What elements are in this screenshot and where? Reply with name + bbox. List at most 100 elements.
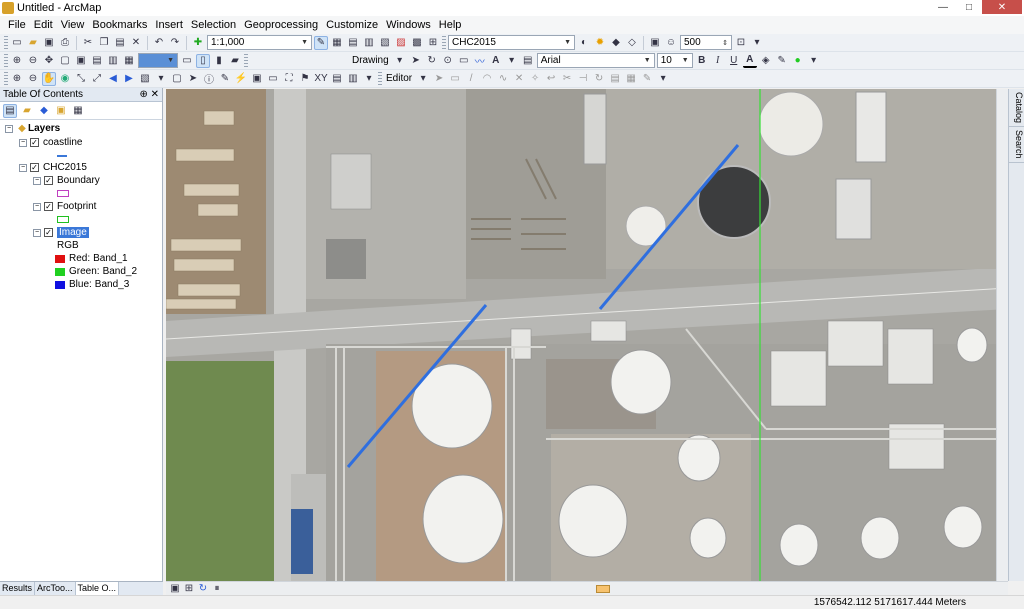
layer-chc2015[interactable]: − ✓ CHC2015 <box>19 161 87 174</box>
arctoolbox-icon[interactable]: ▨ <box>394 36 408 50</box>
layers-root[interactable]: − ◆ Layers <box>5 122 60 135</box>
identify-icon[interactable]: ⓘ <box>202 72 216 86</box>
time-slider-icon[interactable]: ▤ <box>330 72 344 86</box>
undo-icon[interactable]: ↶ <box>152 36 166 50</box>
python-icon[interactable]: ▩ <box>410 36 424 50</box>
boundary-symbol[interactable] <box>57 187 69 200</box>
zoom-whole-page-icon[interactable]: ▢ <box>58 54 72 68</box>
hyperlink-icon[interactable]: ⚡ <box>234 72 248 86</box>
footprint-symbol[interactable] <box>57 213 69 226</box>
zoom-layer-icon[interactable]: ⊡ <box>734 36 748 50</box>
tab-arctoolbox[interactable]: ArcToo... <box>35 582 76 595</box>
footprint-checkbox[interactable]: ✓ <box>44 202 53 211</box>
transparency-icon[interactable]: ◆ <box>609 36 623 50</box>
rotate-icon[interactable]: ↻ <box>425 54 439 68</box>
font-size-combo[interactable]: 10 ▼ <box>656 53 693 68</box>
chevron-down-icon[interactable]: ▾ <box>362 72 376 86</box>
toolbar-grip[interactable] <box>4 53 8 68</box>
sketch-properties-icon[interactable]: ▦ <box>624 72 638 86</box>
options-icon[interactable]: ▾ <box>750 36 764 50</box>
zoom-out-icon[interactable]: ⊖ <box>26 72 40 86</box>
change-layout-icon[interactable]: ▮ <box>212 54 226 68</box>
search-window-icon[interactable]: ▧ <box>378 36 392 50</box>
full-extent-icon[interactable]: ◉ <box>58 72 72 86</box>
create-features-icon[interactable]: ✎ <box>640 72 654 86</box>
list-by-visibility-icon[interactable]: ◆ <box>37 104 51 118</box>
layout-pan-icon[interactable]: ✥ <box>42 54 56 68</box>
editor-toolbar-icon[interactable]: ✎ <box>314 35 328 50</box>
band-blue-row[interactable]: Blue: Band_3 <box>55 278 129 291</box>
back-arrow-icon[interactable]: ◀ <box>106 72 120 86</box>
layer-footprint[interactable]: − ✓ Footprint <box>33 200 96 213</box>
menu-bookmarks[interactable]: Bookmarks <box>88 19 151 31</box>
save-icon[interactable]: ▣ <box>42 36 56 50</box>
menu-file[interactable]: File <box>4 19 30 31</box>
menu-help[interactable]: Help <box>435 19 466 31</box>
menu-selection[interactable]: Selection <box>187 19 240 31</box>
print-icon[interactable]: ⎙ <box>58 36 72 50</box>
popup-icon[interactable]: ▣ <box>250 72 264 86</box>
layout-zoom-combo[interactable]: ▼ <box>138 53 178 68</box>
model-builder-icon[interactable]: ⊞ <box>426 36 440 50</box>
measure-icon[interactable]: ▭ <box>266 72 280 86</box>
pause-drawing-icon[interactable]: ⏸ <box>210 582 224 596</box>
data-driven-pages-icon[interactable]: ▰ <box>228 54 242 68</box>
find-route-icon[interactable]: ⚑ <box>298 72 312 86</box>
drawing-menu[interactable]: Drawing <box>350 55 391 66</box>
band-green-row[interactable]: Green: Band_2 <box>55 265 137 278</box>
clear-selection-icon[interactable]: ▢ <box>170 72 184 86</box>
resample-icon[interactable]: ▣ <box>648 36 662 50</box>
italic-button[interactable]: I <box>711 54 725 68</box>
edit-annotation-icon[interactable]: ▭ <box>448 72 462 86</box>
rotate-edit-icon[interactable]: ↻ <box>592 72 606 86</box>
find-binoculars-icon[interactable]: ⛶ <box>282 72 296 86</box>
options-icon[interactable]: ▾ <box>656 72 670 86</box>
delete-icon[interactable]: ✕ <box>129 36 143 50</box>
toolbar-grip[interactable] <box>4 71 8 86</box>
underline-button[interactable]: U <box>727 54 741 68</box>
map-scale-combo[interactable]: 1:1,000 ▼ <box>207 35 312 50</box>
pan-hand-icon[interactable]: ✋ <box>42 71 56 86</box>
paste-icon[interactable]: ▤ <box>113 36 127 50</box>
map-display[interactable] <box>166 89 1008 581</box>
redo-icon[interactable]: ↷ <box>168 36 182 50</box>
data-view-icon[interactable]: ⊞ <box>182 582 196 596</box>
tab-catalog[interactable]: Catalog <box>1009 89 1024 128</box>
layer-boundary[interactable]: − ✓ Boundary <box>33 174 100 187</box>
contrast-icon[interactable]: ◐ <box>577 36 591 50</box>
marker-color-icon[interactable]: ● <box>791 54 805 68</box>
chevron-down-icon[interactable]: ▾ <box>505 54 519 68</box>
collapse-icon[interactable]: − <box>19 138 27 147</box>
collapse-icon[interactable]: − <box>5 124 13 133</box>
line-icon[interactable]: 〰 <box>473 54 487 68</box>
rectangle-icon[interactable]: ▭ <box>457 54 471 68</box>
cut-polygons-icon[interactable]: ✂ <box>560 72 574 86</box>
chevron-down-icon[interactable]: ▾ <box>393 54 407 68</box>
fixed-zoom-in-icon[interactable]: ⤡ <box>74 72 88 86</box>
tab-table-of-contents[interactable]: Table O... <box>75 582 120 595</box>
copy-icon[interactable]: ❐ <box>97 36 111 50</box>
menu-view[interactable]: View <box>57 19 89 31</box>
layer-combo[interactable]: CHC2015 ▼ <box>448 35 575 50</box>
tab-results[interactable]: Results <box>0 582 36 595</box>
catalog-icon[interactable]: ▥ <box>362 36 376 50</box>
collapse-icon[interactable]: − <box>33 202 41 211</box>
forward-arrow-icon[interactable]: ▶ <box>122 72 136 86</box>
select-features-icon[interactable]: ▧ <box>138 72 152 86</box>
go-to-xy-icon[interactable]: XY <box>314 72 328 86</box>
endpoint-arc-icon[interactable]: ◠ <box>480 72 494 86</box>
band-red-row[interactable]: Red: Band_1 <box>55 252 128 265</box>
new-text-icon[interactable]: ▤ <box>521 54 535 68</box>
line-color-icon[interactable]: ✎ <box>775 54 789 68</box>
layer-image[interactable]: − ✓ Image <box>33 226 89 239</box>
minimize-button[interactable]: — <box>930 0 956 14</box>
menu-insert[interactable]: Insert <box>151 19 187 31</box>
font-color-icon[interactable]: A <box>742 54 757 68</box>
tab-search[interactable]: Search <box>1009 127 1024 163</box>
maximize-button[interactable]: □ <box>956 0 982 14</box>
back-extent-icon[interactable]: ▦ <box>122 54 136 68</box>
cut-icon[interactable]: ✂ <box>81 36 95 50</box>
select-element-icon[interactable]: ➤ <box>186 72 200 86</box>
map-horizontal-scrollbar[interactable]: ▣ ⊞ ↻ ⏸ <box>166 581 1008 595</box>
toggle-draft-icon[interactable]: ▭ <box>180 54 194 68</box>
